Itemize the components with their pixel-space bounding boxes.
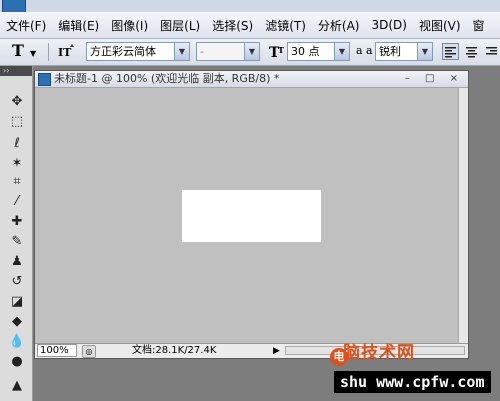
lasso-tool-icon[interactable]: ℓ <box>8 134 26 152</box>
document-title-bar[interactable]: 未标题-1 @ 100% (欢迎光临 副本, RGB/8) * – □ × <box>35 71 468 88</box>
move-tool-icon[interactable]: ✥ <box>8 92 26 110</box>
eyedropper-tool-icon[interactable]: ⁄ <box>8 192 26 210</box>
document-icon <box>38 73 51 86</box>
document-window: 未标题-1 @ 100% (欢迎光临 副本, RGB/8) * – □ × 10… <box>34 70 469 359</box>
watermark-title: 脑技术网 <box>343 343 415 363</box>
title-strip <box>0 0 500 12</box>
canvas[interactable] <box>182 190 321 242</box>
font-family-value: 方正彩云简体 <box>90 45 156 58</box>
font-family-select[interactable]: 方正彩云简体 ▼ <box>86 42 190 61</box>
menu-file[interactable]: 文件(F) <box>0 17 52 34</box>
align-center-icon[interactable] <box>463 43 480 60</box>
menu-layer[interactable]: 图层(L) <box>154 17 206 34</box>
menu-window[interactable]: 窗 <box>467 17 491 34</box>
svg-text:T: T <box>278 45 284 55</box>
clone-stamp-tool-icon[interactable]: ♟ <box>8 252 26 270</box>
magic-wand-tool-icon[interactable]: ✶ <box>8 154 26 172</box>
menu-bar: 文件(F) 编辑(E) 图像(I) 图层(L) 选择(S) 滤镜(T) 分析(A… <box>0 12 500 39</box>
font-style-value: - <box>200 45 204 58</box>
preset-dropdown-icon[interactable]: ▼ <box>30 49 36 58</box>
marquee-tool-icon[interactable]: ⬚ <box>8 112 26 130</box>
menu-analysis[interactable]: 分析(A) <box>312 17 366 34</box>
menu-filter[interactable]: 滤镜(T) <box>259 17 312 34</box>
menu-edit[interactable]: 编辑(E) <box>52 17 105 34</box>
align-left-icon[interactable] <box>442 43 459 60</box>
brush-tool-icon[interactable]: ✎ <box>8 232 26 250</box>
tools-panel-header[interactable]: ›› <box>0 66 32 76</box>
document-size-info: 文档:28.1K/27.4K <box>132 345 217 356</box>
type-tool-preset-icon[interactable]: T <box>12 41 24 60</box>
chevron-down-icon[interactable]: ▼ <box>244 43 259 60</box>
font-size-select[interactable]: 30 点 ▼ <box>287 42 350 61</box>
separator <box>48 43 49 61</box>
history-brush-tool-icon[interactable]: ↺ <box>8 272 26 290</box>
window-controls[interactable]: – □ × <box>405 71 464 87</box>
crop-tool-icon[interactable]: ⌗ <box>8 172 26 190</box>
options-bar: T ▼ IT 方正彩云简体 ▼ - ▼ T T 30 点 ▼ a a 锐利 ▼ <box>0 39 500 66</box>
status-info-icon[interactable]: ◎ <box>82 345 96 358</box>
menu-view[interactable]: 视图(V) <box>413 17 467 34</box>
text-orientation-icon[interactable]: IT <box>56 43 76 61</box>
paint-bucket-tool-icon[interactable]: ◆ <box>8 312 26 330</box>
tools-panel: ›› ✥ ⬚ ℓ ✶ ⌗ ⁄ ✚ ✎ ♟ ↺ ◪ ◆ 💧 ● ▲ <box>0 66 33 401</box>
font-style-select[interactable]: - ▼ <box>196 42 260 61</box>
healing-brush-tool-icon[interactable]: ✚ <box>8 212 26 230</box>
watermark-url: shu www.cpfw.com <box>334 371 491 393</box>
photoshop-logo <box>2 0 26 12</box>
vertical-scrollbar[interactable] <box>458 88 468 344</box>
status-menu-arrow-icon[interactable]: ▶ <box>273 344 280 358</box>
antialias-value: 锐利 <box>379 45 401 58</box>
antialias-icon: a a <box>356 44 373 57</box>
font-size-value: 30 点 <box>291 45 320 58</box>
antialias-select[interactable]: 锐利 ▼ <box>375 42 433 61</box>
font-size-icon: T T <box>269 45 284 61</box>
eraser-tool-icon[interactable]: ◪ <box>8 292 26 310</box>
chevron-down-icon[interactable]: ▼ <box>334 43 349 60</box>
chevron-down-icon[interactable]: ▼ <box>417 43 432 60</box>
menu-image[interactable]: 图像(I) <box>105 17 154 34</box>
path-selection-tool-icon[interactable]: ▲ <box>8 376 26 394</box>
blur-tool-icon[interactable]: 💧 <box>8 332 26 350</box>
zoom-field[interactable]: 100% <box>37 344 77 357</box>
canvas-area[interactable] <box>35 88 459 344</box>
menu-3d[interactable]: 3D(D) <box>365 18 412 32</box>
chevron-down-icon[interactable]: ▼ <box>174 43 189 60</box>
menu-select[interactable]: 选择(S) <box>206 17 259 34</box>
dodge-tool-icon[interactable]: ● <box>8 352 26 370</box>
svg-text:IT: IT <box>58 46 72 59</box>
document-title: 未标题-1 @ 100% (欢迎光临 副本, RGB/8) * <box>54 72 280 85</box>
align-right-icon[interactable] <box>483 43 500 60</box>
